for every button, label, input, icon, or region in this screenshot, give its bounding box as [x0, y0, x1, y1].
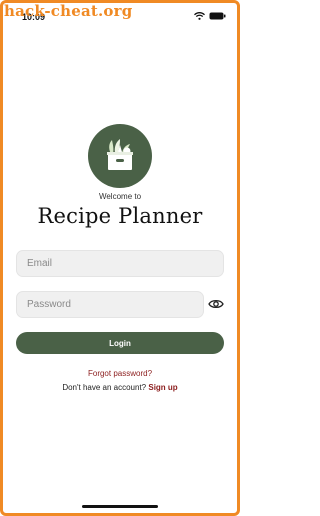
eye-icon[interactable] — [208, 298, 224, 310]
wifi-icon — [194, 12, 205, 20]
welcome-text: Welcome to — [98, 192, 142, 201]
login-button[interactable]: Login — [16, 332, 224, 354]
home-indicator — [82, 505, 158, 508]
signup-link[interactable]: Sign up — [148, 383, 177, 392]
password-field[interactable] — [16, 291, 204, 318]
watermark: hack-cheat.org — [4, 2, 133, 20]
signup-row: Don't have an account? Sign up — [0, 383, 240, 392]
app-title: Recipe Planner — [37, 204, 203, 228]
grocery-box-icon — [107, 139, 133, 170]
battery-icon — [209, 12, 226, 20]
forgot-password-link[interactable]: Forgot password? — [0, 369, 240, 378]
no-account-text: Don't have an account? — [62, 383, 147, 392]
status-icons — [194, 12, 226, 20]
app-logo — [88, 124, 152, 188]
email-field[interactable] — [16, 250, 224, 277]
